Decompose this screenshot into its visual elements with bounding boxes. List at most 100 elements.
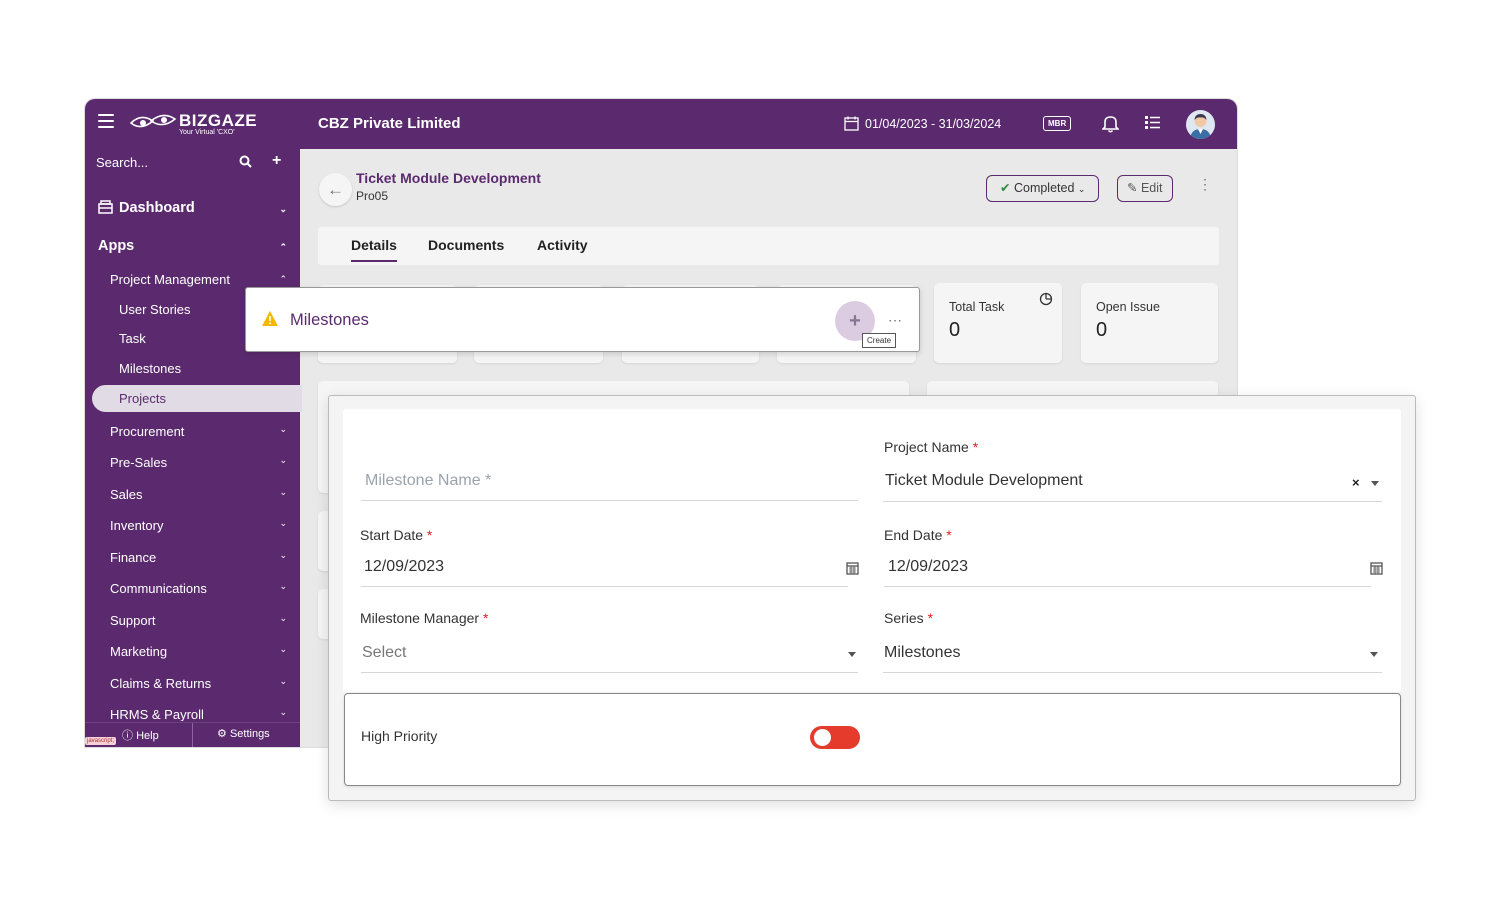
sidebar-item-marketing[interactable]: Marketing ⌄	[85, 644, 300, 659]
sidebar-item-claims-returns[interactable]: Claims & Returns ⌄	[85, 676, 300, 691]
sidebar-item-projects[interactable]: Projects	[92, 385, 302, 412]
milestones-widget: Milestones + ⋯ Create	[245, 287, 920, 352]
milestone-form-dialog: Milestone Name * Project Name * Ticket M…	[328, 395, 1416, 801]
more-options-icon[interactable]: ⋮	[1198, 177, 1212, 191]
logo-eyes-icon	[129, 114, 177, 128]
project-name-select[interactable]: Ticket Module Development	[885, 472, 1083, 490]
financial-year-selector[interactable]: 01/04/2023 - 31/03/2024	[844, 116, 1001, 131]
warning-icon	[262, 311, 278, 326]
clear-icon[interactable]: ×	[1352, 475, 1360, 490]
date-range-text: 01/04/2023 - 31/03/2024	[865, 116, 1002, 131]
calendar-icon[interactable]	[846, 561, 859, 575]
task-list-icon[interactable]	[1144, 114, 1161, 131]
tab-bar: Details Documents Activity	[318, 227, 1219, 265]
milestones-title: Milestones	[290, 311, 369, 329]
sidebar-item-procurement[interactable]: Procurement ⌄	[85, 424, 300, 439]
top-bar: BIZGAZE Your Virtual 'CXO' CBZ Private L…	[85, 99, 1237, 149]
chevron-down-icon: ⌄	[279, 613, 287, 623]
sidebar-item-label: Project Management	[110, 272, 230, 287]
milestone-manager-select[interactable]: Select	[362, 644, 406, 662]
stat-label: Open Issue	[1096, 300, 1160, 314]
sidebar-item-pre-sales[interactable]: Pre-Sales ⌄	[85, 455, 300, 470]
help-link[interactable]: ⓘ Help	[122, 727, 159, 743]
sidebar-item-label: Inventory	[110, 518, 164, 533]
sidebar-item-dashboard[interactable]: Dashboard ⌄	[85, 200, 300, 216]
sidebar-item-label: Projects	[119, 391, 166, 406]
status-url-label: javascript;	[85, 737, 117, 745]
sidebar-item-label: Communications	[110, 581, 207, 596]
back-arrow-icon[interactable]: ←	[319, 173, 352, 206]
caret-down-icon[interactable]	[848, 652, 856, 657]
toggle-knob	[814, 729, 831, 746]
sidebar-item-label: Finance	[110, 550, 157, 565]
sidebar-item-sales[interactable]: Sales ⌄	[85, 487, 300, 502]
tab-details[interactable]: Details	[351, 237, 397, 262]
stat-value: 0	[949, 319, 961, 341]
pie-chart-icon	[1039, 292, 1053, 306]
sidebar-item-support[interactable]: Support ⌄	[85, 613, 300, 628]
sidebar-item-communications[interactable]: Communications ⌄	[85, 581, 300, 596]
company-name[interactable]: CBZ Private Limited	[318, 115, 461, 132]
search-icon[interactable]	[239, 155, 252, 168]
tab-activity[interactable]: Activity	[537, 237, 588, 253]
high-priority-label: High Priority	[361, 728, 438, 744]
calendar-icon[interactable]	[1370, 561, 1383, 575]
logo-tagline: Your Virtual 'CXO'	[179, 129, 235, 136]
input-underline	[883, 672, 1382, 673]
sidebar-item-label: Marketing	[110, 644, 168, 659]
sidebar-item-label: Pre-Sales	[110, 455, 168, 470]
sidebar-item-label: User Stories	[119, 302, 191, 317]
notification-bell-icon[interactable]	[1102, 114, 1119, 133]
input-underline	[361, 500, 858, 501]
check-circle-icon: ✔︎	[1000, 181, 1011, 195]
start-date-label: Start Date *	[360, 527, 433, 543]
project-name-label: Project Name *	[884, 439, 979, 455]
chevron-down-icon: ⌄	[1077, 184, 1086, 194]
start-date-input[interactable]: 12/09/2023	[364, 558, 444, 576]
sidebar-item-project-management[interactable]: Project Management ⌃	[85, 272, 300, 287]
edit-button[interactable]: ✎ Edit	[1117, 175, 1173, 202]
footer-divider	[192, 723, 193, 747]
milestone-name-input[interactable]: Milestone Name *	[365, 472, 491, 490]
high-priority-toggle[interactable]	[810, 726, 860, 749]
chevron-down-icon: ⌄	[279, 455, 287, 465]
hamburger-menu-icon[interactable]	[98, 114, 114, 128]
user-avatar[interactable]	[1186, 110, 1215, 139]
chevron-down-icon: ⌄	[279, 581, 287, 591]
caret-down-icon[interactable]	[1371, 481, 1379, 486]
open-issue-card[interactable]: Open Issue 0	[1081, 283, 1218, 363]
sidebar-item-label: Claims & Returns	[110, 676, 212, 691]
sidebar-item-hrms-payroll[interactable]: HRMS & Payroll ⌄	[85, 707, 300, 721]
sidebar-item-label: Sales	[110, 487, 143, 502]
chevron-down-icon: ⌄	[279, 424, 287, 434]
more-options-icon[interactable]: ⋯	[888, 312, 902, 329]
sidebar-item-milestones[interactable]: Milestones	[85, 361, 300, 376]
stat-label: Total Task	[949, 300, 1005, 314]
caret-down-icon[interactable]	[1370, 652, 1378, 657]
settings-link[interactable]: ⚙ Settings	[217, 727, 270, 740]
dashboard-icon	[98, 200, 113, 214]
stat-value: 0	[1096, 319, 1108, 341]
sidebar-item-finance[interactable]: Finance ⌄	[85, 550, 300, 565]
milestone-form: Milestone Name * Project Name * Ticket M…	[343, 409, 1401, 692]
sidebar-item-label: Dashboard	[119, 200, 195, 216]
sidebar: Search... + Dashboard ⌄ Apps ⌃ Project M…	[85, 149, 302, 747]
input-underline	[884, 586, 1371, 587]
sidebar-item-label: Task	[119, 331, 146, 346]
quick-add-button[interactable]: +	[272, 152, 281, 170]
sidebar-item-inventory[interactable]: Inventory ⌄	[85, 518, 300, 533]
series-label: Series *	[884, 610, 934, 626]
user-avatar-icon	[1190, 114, 1211, 139]
tab-documents[interactable]: Documents	[428, 237, 504, 253]
chevron-down-icon: ⌄	[279, 487, 287, 497]
total-task-card[interactable]: Total Task 0	[934, 283, 1062, 363]
sidebar-search-input[interactable]: Search...	[96, 155, 148, 170]
sidebar-item-apps[interactable]: Apps ⌃	[85, 238, 300, 254]
end-date-input[interactable]: 12/09/2023	[888, 558, 968, 576]
mbr-badge[interactable]: MBR	[1043, 116, 1072, 131]
chevron-down-icon: ⌄	[279, 518, 287, 528]
status-dropdown[interactable]: ✔︎ Completed ⌄	[986, 175, 1100, 202]
series-select[interactable]: Milestones	[884, 644, 960, 662]
bizgaze-logo[interactable]: BIZGAZE Your Virtual 'CXO'	[129, 109, 269, 139]
logo-brand-text: BIZGAZE	[179, 111, 258, 130]
